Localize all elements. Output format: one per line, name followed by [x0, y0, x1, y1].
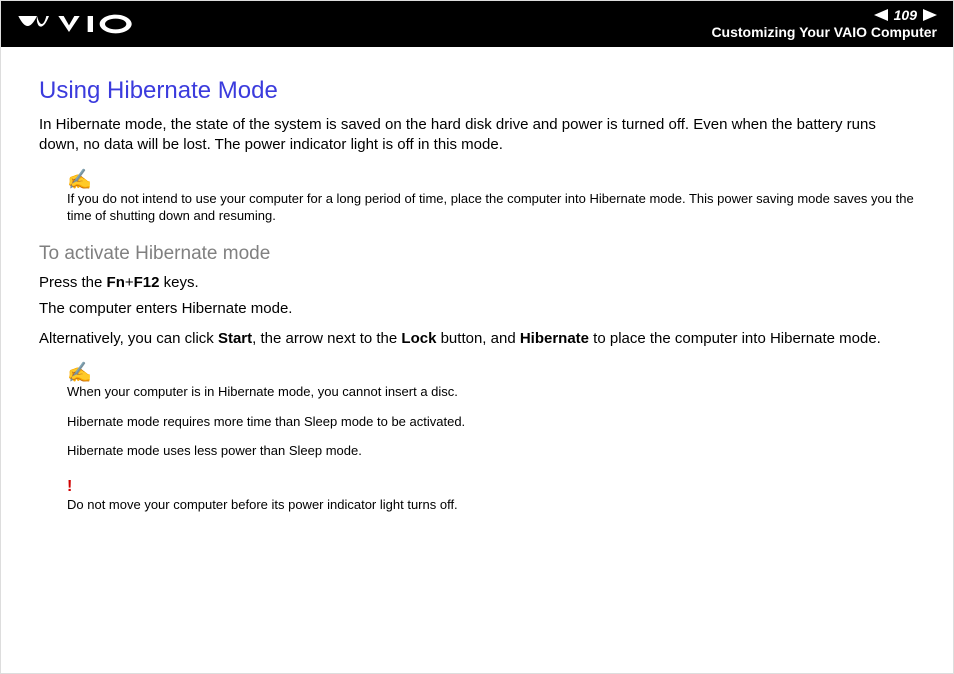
intro-paragraph: In Hibernate mode, the state of the syst…	[39, 115, 915, 156]
note-block-2: ✍ When your computer is in Hibernate mod…	[67, 363, 915, 460]
breadcrumb: Customizing Your VAIO Computer	[711, 25, 937, 40]
alt-mid1: , the arrow next to the	[252, 330, 401, 347]
content: Using Hibernate Mode In Hibernate mode, …	[1, 47, 953, 514]
header-bar: 109 Customizing Your VAIO Computer	[1, 1, 953, 47]
alternative-line: Alternatively, you can click Start, the …	[39, 329, 915, 349]
header-right: 109 Customizing Your VAIO Computer	[711, 8, 937, 41]
note-text-1: If you do not intend to use your compute…	[67, 190, 915, 225]
page: 109 Customizing Your VAIO Computer Using…	[0, 0, 954, 674]
press-plus: +	[125, 274, 134, 291]
note-text-2c: Hibernate mode uses less power than Slee…	[67, 442, 915, 460]
alt-prefix: Alternatively, you can click	[39, 330, 218, 347]
alt-hibernate: Hibernate	[520, 330, 589, 347]
warning-block: ! Do not move your computer before its p…	[67, 478, 915, 514]
alt-suffix: to place the computer into Hibernate mod…	[589, 330, 881, 347]
next-page-arrow-icon[interactable]	[923, 9, 937, 21]
press-suffix: keys.	[159, 274, 198, 291]
page-nav: 109	[711, 8, 937, 23]
note-block-1: ✍ If you do not intend to use your compu…	[67, 170, 915, 225]
warning-icon: !	[67, 478, 915, 496]
press-prefix: Press the	[39, 274, 107, 291]
enters-line: The computer enters Hibernate mode.	[39, 299, 915, 319]
prev-page-arrow-icon[interactable]	[874, 9, 888, 21]
vaio-logo	[17, 13, 137, 35]
alt-lock: Lock	[401, 330, 436, 347]
note-text-2a: When your computer is in Hibernate mode,…	[67, 383, 915, 401]
press-key-f12: F12	[134, 274, 160, 291]
alt-mid2: button, and	[436, 330, 519, 347]
subheading: To activate Hibernate mode	[39, 243, 915, 265]
press-line: Press the Fn+F12 keys.	[39, 273, 915, 293]
alt-start: Start	[218, 330, 252, 347]
press-key-fn: Fn	[107, 274, 125, 291]
warning-text: Do not move your computer before its pow…	[67, 496, 915, 514]
pencil-note-icon: ✍	[67, 170, 915, 190]
page-title: Using Hibernate Mode	[39, 77, 915, 105]
note-text-2b: Hibernate mode requires more time than S…	[67, 413, 915, 431]
page-number: 109	[894, 8, 917, 23]
pencil-note-icon: ✍	[67, 363, 915, 383]
